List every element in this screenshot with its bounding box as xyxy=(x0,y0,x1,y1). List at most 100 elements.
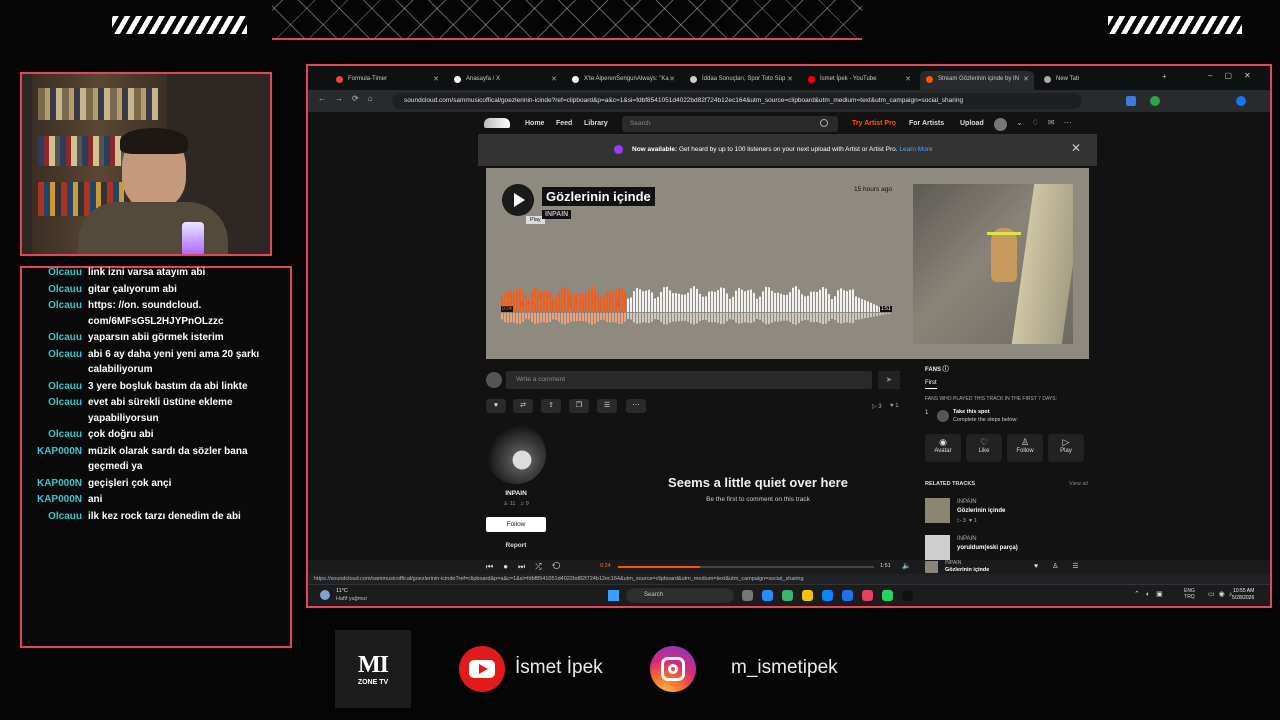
share-button[interactable]: ⇪ xyxy=(541,399,561,413)
player-controls[interactable]: ⏮●⏭⤮⟲ xyxy=(486,562,570,572)
related-title-2[interactable]: yoruldum(eski parça) xyxy=(957,545,1018,551)
waveform-bar[interactable] xyxy=(777,292,779,312)
waveform-bar[interactable] xyxy=(663,287,665,312)
view-all-link[interactable]: View all xyxy=(1069,481,1088,487)
waveform-bar[interactable] xyxy=(756,298,758,312)
waveform-bar[interactable] xyxy=(822,287,824,312)
waveform-bar[interactable] xyxy=(597,293,599,312)
waveform-bar[interactable] xyxy=(693,286,695,312)
fan-action-play[interactable]: ▷ Play xyxy=(1048,434,1084,462)
waveform-bar[interactable] xyxy=(651,292,653,312)
fan-action-follow[interactable]: ♙ Follow xyxy=(1007,434,1043,462)
learn-more-link[interactable]: Learn More xyxy=(899,146,932,153)
new-tab-icon[interactable]: + xyxy=(1162,72,1167,81)
waveform-bar[interactable] xyxy=(870,302,872,312)
fans-tab-first[interactable]: First xyxy=(925,380,937,389)
waveform-bar[interactable] xyxy=(684,294,686,312)
search-icon[interactable] xyxy=(820,119,828,127)
waveform-bar[interactable] xyxy=(618,287,620,312)
waveform-bar[interactable] xyxy=(771,290,773,312)
waveform-bar[interactable] xyxy=(657,296,659,312)
player-title[interactable]: Gözlerinin içinde xyxy=(945,567,989,573)
waveform-bar[interactable] xyxy=(633,291,635,312)
browser-tab[interactable]: X'te AlperenSengunAlways: "Ka ✕ xyxy=(566,71,680,90)
waveform-bar[interactable] xyxy=(858,297,860,312)
waveform-bar[interactable] xyxy=(543,291,545,312)
waveform-bar[interactable] xyxy=(726,293,728,312)
waveform-bar[interactable] xyxy=(579,294,581,312)
waveform-bar[interactable] xyxy=(687,292,689,312)
waveform-bar[interactable] xyxy=(531,291,533,312)
add-to-playlist-button[interactable]: ☰ xyxy=(597,399,617,413)
waveform-bar[interactable] xyxy=(846,291,848,312)
waveform-bar[interactable] xyxy=(522,292,524,312)
waveform-bar[interactable] xyxy=(528,297,530,312)
player-artist[interactable]: INPAIN xyxy=(945,560,961,566)
user-avatar[interactable] xyxy=(994,118,1007,131)
waveform-bar[interactable] xyxy=(810,291,812,312)
browser-tab[interactable]: Formula-Timer ✕ xyxy=(330,71,444,90)
for-artists-link[interactable]: For Artists xyxy=(909,120,944,127)
waveform-bar[interactable] xyxy=(867,301,869,312)
waveform-bar[interactable] xyxy=(621,287,623,312)
tab-close-icon[interactable]: ✕ xyxy=(669,75,675,83)
tab-close-icon[interactable]: ✕ xyxy=(905,75,911,83)
waveform-bar[interactable] xyxy=(555,296,557,312)
waveform-bar[interactable] xyxy=(675,293,677,312)
tab-close-icon[interactable]: ✕ xyxy=(787,75,793,83)
close-icon[interactable]: ✕ xyxy=(1071,141,1081,155)
waveform-bar[interactable] xyxy=(546,290,548,312)
window-controls[interactable]: –▢✕ xyxy=(1208,71,1263,80)
waveform-bar[interactable] xyxy=(861,299,863,312)
waveform-bar[interactable] xyxy=(840,288,842,312)
waveform-bar[interactable] xyxy=(750,289,752,312)
waveform-bar[interactable] xyxy=(747,290,749,312)
taskbar-app-icon[interactable] xyxy=(862,590,873,601)
waveform-bar[interactable] xyxy=(669,290,671,312)
waveform-bar[interactable] xyxy=(552,297,554,312)
fan-action-avatar[interactable]: ◉ Avatar xyxy=(925,434,961,462)
waveform-bar[interactable] xyxy=(789,292,791,312)
extension-icon[interactable] xyxy=(1150,96,1160,106)
taskbar-app-icon[interactable] xyxy=(762,590,773,601)
waveform-bar[interactable] xyxy=(774,292,776,312)
waveform-bar[interactable] xyxy=(627,298,629,312)
waveform-bar[interactable] xyxy=(834,296,836,312)
copy-link-button[interactable]: ❐ xyxy=(569,399,589,413)
waveform-bar[interactable] xyxy=(603,297,605,312)
try-artist-pro-link[interactable]: Try Artist Pro xyxy=(852,120,896,127)
related-artwork[interactable] xyxy=(925,535,950,560)
browser-tab[interactable]: New Tab xyxy=(1038,71,1152,90)
waveform-bar[interactable] xyxy=(537,288,539,312)
waveform-bar[interactable] xyxy=(816,291,818,312)
waveform-bar[interactable] xyxy=(849,289,851,312)
volume-icon[interactable]: 🔈 xyxy=(902,562,911,570)
track-artist[interactable]: INPAIN xyxy=(542,210,572,219)
waveform-bar[interactable] xyxy=(606,291,608,312)
upload-link[interactable]: Upload xyxy=(960,120,984,127)
waveform-bar[interactable] xyxy=(645,290,647,312)
waveform-bar[interactable] xyxy=(573,293,575,312)
waveform-bar[interactable] xyxy=(570,293,572,312)
waveform-bar[interactable] xyxy=(564,286,566,312)
waveform-bar[interactable] xyxy=(837,290,839,312)
nav-home[interactable]: Home xyxy=(525,120,544,127)
waveform-bar[interactable] xyxy=(741,289,743,312)
browser-tab[interactable]: Stream Gözlerinin içinde by IN ✕ xyxy=(920,71,1034,90)
waveform-bar[interactable] xyxy=(780,293,782,312)
waveform-bar[interactable] xyxy=(585,292,587,312)
waveform-bar[interactable] xyxy=(831,299,833,312)
waveform-bar[interactable] xyxy=(540,291,542,312)
taskbar-search[interactable]: Search xyxy=(626,588,734,603)
taskbar-app-icon[interactable] xyxy=(802,590,813,601)
like-button[interactable]: ♥ xyxy=(486,399,506,413)
related-title-1[interactable]: Gözlerinin içinde xyxy=(957,508,1005,514)
tab-close-icon[interactable]: ✕ xyxy=(433,75,439,83)
tray-icons[interactable]: ⌃◐▣ xyxy=(1134,590,1169,598)
waveform-bar[interactable] xyxy=(759,296,761,312)
waveform-bar[interactable] xyxy=(672,293,674,312)
browser-tab[interactable]: Anasayfa / X ✕ xyxy=(448,71,562,90)
waveform-bar[interactable] xyxy=(768,287,770,312)
waveform-bar[interactable] xyxy=(666,286,668,312)
waveform-bar[interactable] xyxy=(600,296,602,312)
